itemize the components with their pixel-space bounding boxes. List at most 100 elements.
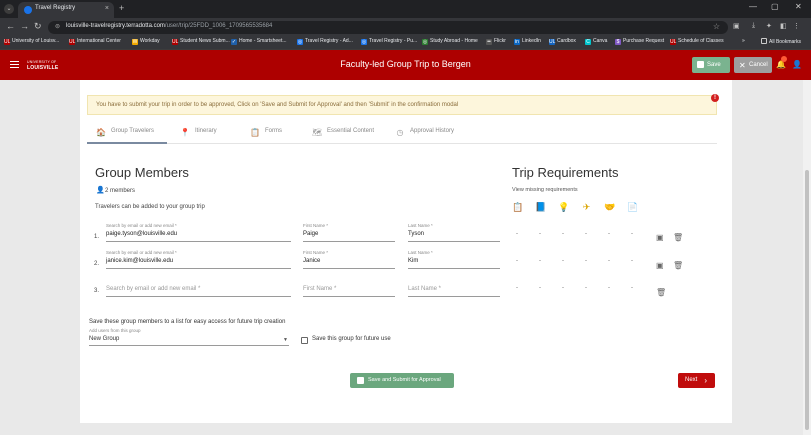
- bookmark-favicon-icon: ◎: [297, 39, 303, 45]
- lightbulb-icon: 💡: [558, 202, 570, 212]
- tab-forms[interactable]: 📋 Forms: [250, 128, 282, 138]
- bookmarks-bar: UL University of Louisv... UL Internationa…: [0, 36, 811, 50]
- app-header: UNIVERSITY OF LOUISVILLE Faculty-led Gro…: [0, 50, 811, 80]
- bookmark-favicon-icon: ◎: [422, 39, 428, 45]
- bookmark-item[interactable]: $ Purchase Request: [615, 38, 664, 45]
- bookmark-item[interactable]: UL Cardbox: [549, 38, 576, 45]
- bookmark-item[interactable]: ◎ Travel Registry - Ad...: [297, 38, 353, 45]
- requirement-status: -: [516, 258, 518, 264]
- bookmark-item[interactable]: UL University of Louisv...: [4, 38, 59, 45]
- handshake-icon: 🤝: [604, 202, 616, 212]
- chrome-menu-icon[interactable]: ⋮: [793, 22, 802, 31]
- bookmark-item[interactable]: ◎ Travel Registry - Pu...: [361, 38, 417, 45]
- bookmark-favicon-icon: W: [132, 39, 138, 45]
- last-name-field[interactable]: Last Name * Kim: [408, 250, 500, 269]
- save-group-checkbox-label[interactable]: Save this group for future use: [312, 336, 391, 342]
- bookmark-item[interactable]: W Workday: [132, 38, 160, 45]
- new-tab-icon[interactable]: +: [119, 3, 124, 13]
- browser-toolbar: ← → ↻ ⊜ louisville-travelregistry.terrad…: [0, 18, 811, 36]
- extension-puzzle-icon[interactable]: ✦: [766, 22, 775, 31]
- bookmark-favicon-icon: UL: [4, 39, 11, 45]
- bookmark-item[interactable]: •• Flickr: [486, 38, 506, 45]
- requirement-status: -: [539, 231, 541, 237]
- scrollbar-thumb[interactable]: [805, 170, 809, 430]
- site-info-icon[interactable]: ⊜: [55, 23, 60, 30]
- bookmark-item[interactable]: C Canva: [585, 38, 607, 45]
- first-name-field[interactable]: First Name * Janice: [303, 250, 395, 269]
- bookmarks-overflow[interactable]: »: [742, 38, 745, 44]
- first-name-field[interactable]: First Name * Paige: [303, 223, 395, 242]
- bookmark-item[interactable]: ✓ Home - Smartsheet...: [231, 38, 287, 45]
- delete-icon[interactable]: 🗑: [673, 261, 683, 270]
- email-field[interactable]: Search by email or add new email * janic…: [106, 250, 291, 269]
- window-close-icon[interactable]: ✕: [795, 2, 802, 11]
- save-and-submit-button[interactable]: Save and Submit for Approval: [350, 373, 454, 388]
- bookmark-item[interactable]: UL International Center: [69, 38, 121, 45]
- profile-card-icon[interactable]: ▣: [656, 261, 664, 270]
- last-name-value: Tyson: [408, 231, 425, 237]
- add-users-label: Add users from this group: [89, 328, 141, 333]
- cancel-button[interactable]: ✕ Cancel: [734, 57, 772, 73]
- extensions-icon[interactable]: ▣: [733, 22, 742, 31]
- tab-close-icon[interactable]: ×: [105, 5, 109, 12]
- requirement-status: -: [608, 258, 610, 264]
- last-name-field[interactable]: Last Name * Tyson: [408, 223, 500, 242]
- all-bookmarks[interactable]: All Bookmarks: [761, 38, 801, 45]
- last-name-label: Last Name *: [408, 223, 433, 228]
- browser-tab[interactable]: Travel Registry ×: [18, 2, 114, 18]
- requirement-status: -: [608, 285, 610, 291]
- bookmark-item[interactable]: ◎ Study Abroad - Home: [422, 38, 478, 45]
- bookmark-favicon-icon: UL: [172, 39, 179, 45]
- view-missing-requirements-link[interactable]: View missing requirements: [512, 187, 578, 193]
- clock-icon: ◷: [396, 128, 404, 137]
- bookmark-favicon-icon: UL: [69, 39, 76, 45]
- last-name-field-empty[interactable]: Last Name *: [408, 280, 500, 297]
- side-panel-icon[interactable]: ◧: [780, 22, 789, 31]
- submit-alert: You have to submit your trip in order to…: [87, 95, 717, 115]
- first-name-placeholder: First Name *: [303, 286, 337, 292]
- email-field[interactable]: Search by email or add new email * paige…: [106, 223, 291, 242]
- bookmark-item[interactable]: UL Schedule of Classes: [670, 38, 724, 45]
- tab-search-icon[interactable]: ⌄: [4, 4, 14, 14]
- group-travelers-icon: 🏠: [96, 128, 106, 137]
- bookmark-item[interactable]: UL Student News Subm...: [172, 38, 230, 45]
- group-select[interactable]: New Group ▼: [89, 334, 289, 346]
- delete-icon[interactable]: 🗑: [656, 288, 666, 297]
- minimize-icon[interactable]: —: [749, 2, 757, 11]
- bookmark-star-icon[interactable]: ☆: [713, 22, 720, 31]
- back-icon[interactable]: ←: [6, 21, 15, 31]
- requirement-status: -: [516, 231, 518, 237]
- forward-icon[interactable]: →: [20, 21, 29, 31]
- save-icon: [357, 377, 364, 384]
- last-name-placeholder: Last Name *: [408, 286, 442, 292]
- email-field-empty[interactable]: Search by email or add new email *: [106, 280, 291, 297]
- tab-itinerary[interactable]: 📍 Itinerary: [180, 128, 217, 138]
- reload-icon[interactable]: ↻: [34, 21, 42, 32]
- tab-essential-content[interactable]: 🗺 Essential Content: [312, 128, 374, 138]
- download-icon[interactable]: ⤓: [752, 22, 761, 31]
- first-name-value: Janice: [303, 258, 321, 264]
- email-field-value: janice.kim@louisville.edu: [106, 258, 174, 264]
- maximize-icon[interactable]: ▢: [771, 2, 779, 11]
- dropdown-caret-icon: ▼: [283, 337, 288, 343]
- user-account-icon[interactable]: 👤: [792, 60, 802, 69]
- requirement-status: -: [631, 258, 633, 264]
- bookmark-favicon-icon: ✓: [231, 39, 237, 45]
- tab-group-travelers[interactable]: 🏠 Group Travelers: [96, 128, 154, 138]
- plane-icon: ✈: [582, 202, 591, 212]
- delete-icon[interactable]: 🗑: [673, 233, 683, 242]
- requirement-status: -: [585, 231, 587, 237]
- email-field-label: Search by email or add new email *: [106, 223, 177, 228]
- bookmark-favicon-icon: ◎: [361, 39, 367, 45]
- first-name-field-empty[interactable]: First Name *: [303, 280, 395, 297]
- save-button[interactable]: Save: [692, 57, 730, 73]
- first-name-label: First Name *: [303, 223, 329, 228]
- travelers-helper-text: Travelers can be added to your group tri…: [95, 204, 205, 210]
- address-bar[interactable]: ⊜ louisville-travelregistry.terradotta.c…: [48, 21, 728, 34]
- bookmark-favicon-icon: UL: [670, 39, 677, 45]
- next-button[interactable]: Next ›: [678, 373, 715, 388]
- bookmark-item[interactable]: in LinkedIn: [514, 38, 541, 45]
- tab-approval-history[interactable]: ◷ Approval History: [395, 128, 455, 138]
- profile-card-icon[interactable]: ▣: [656, 233, 664, 242]
- save-group-checkbox[interactable]: [301, 337, 308, 344]
